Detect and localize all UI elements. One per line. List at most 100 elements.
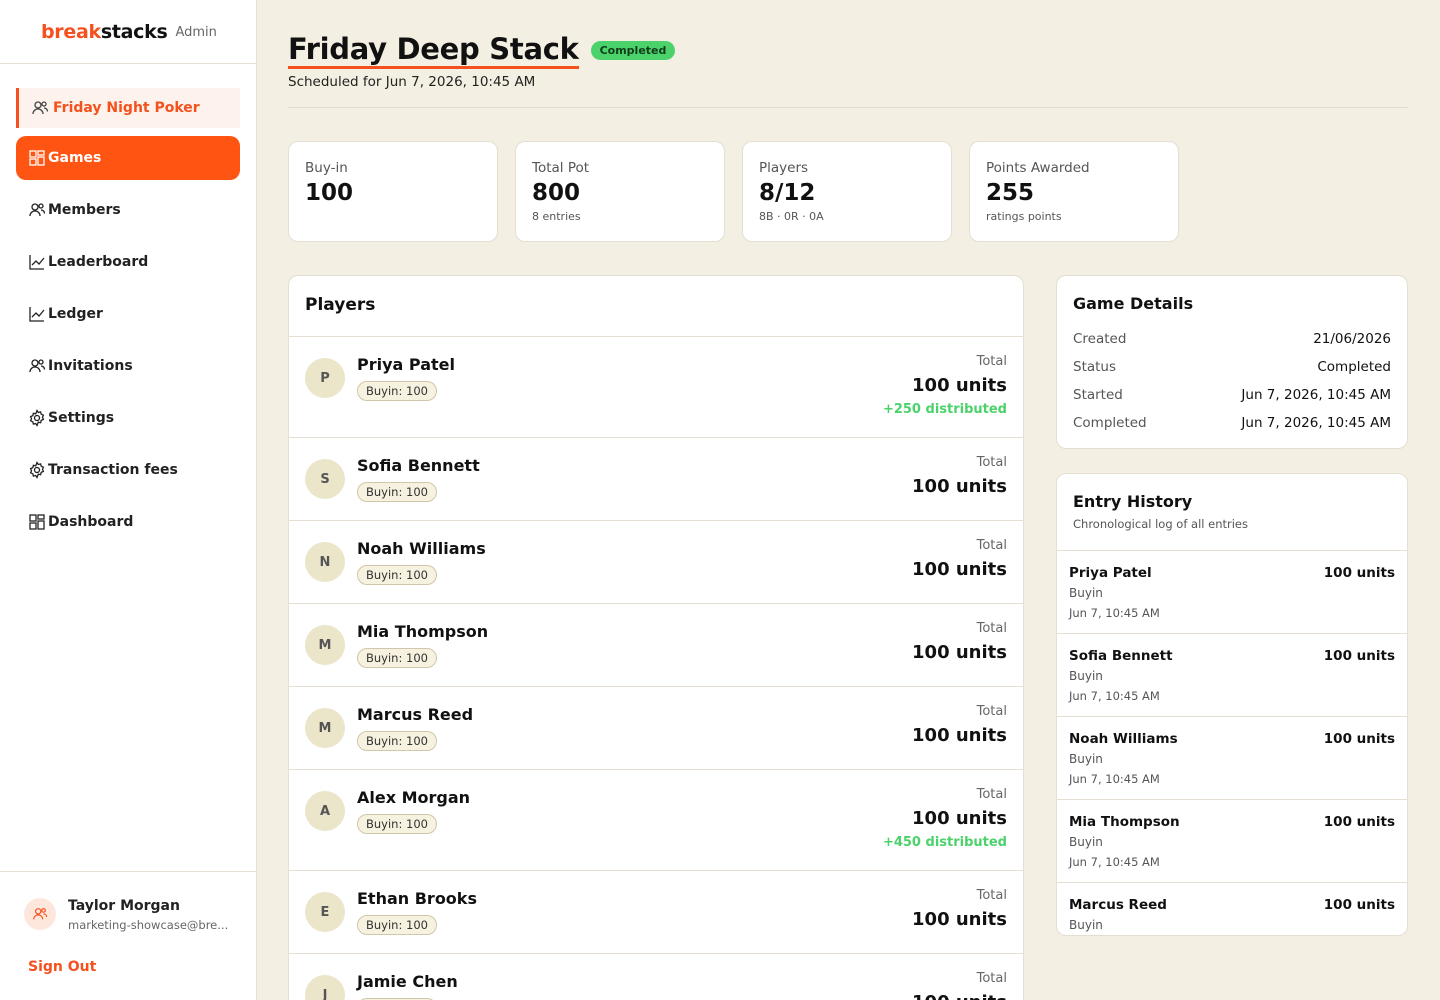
buyin-badge: Buyin: 100	[357, 482, 437, 502]
player-name: Marcus Reed	[357, 705, 474, 724]
detail-value: Completed	[1317, 359, 1391, 375]
sidebar-item-settings[interactable]: Settings	[16, 396, 240, 440]
history-entry-amount: 100 units	[1323, 731, 1395, 747]
stat-sub: ratings points	[986, 210, 1062, 223]
player-row[interactable]: M Mia Thompson Buyin: 100 Total 100 units	[289, 604, 1023, 687]
avatar	[24, 898, 56, 930]
sidebar-item-transaction-fees[interactable]: Transaction fees	[16, 448, 240, 492]
sidebar-item-dashboard[interactable]: Dashboard	[16, 500, 240, 544]
detail-key: Status	[1073, 359, 1117, 375]
history-row: Noah Williams Buyin Jun 7, 10:45 AM 100 uni…	[1057, 717, 1407, 800]
sign-out-button[interactable]: Sign Out	[28, 959, 96, 975]
sidebar-item-leaderboard[interactable]: Leaderboard	[16, 240, 240, 284]
sidebar-nav: Games Members Leaderboard Ledger Invitations…	[16, 136, 240, 552]
sidebar-item-label: Settings	[48, 410, 115, 426]
sidebar-item-label: Dashboard	[48, 514, 134, 530]
page-title: Friday Deep Stack	[288, 32, 579, 69]
player-row[interactable]: M Marcus Reed Buyin: 100 Total 100 units	[289, 687, 1023, 770]
player-row[interactable]: JJamie ChenBuyin: 100Total100 units	[289, 954, 1023, 1000]
stat-value: 255	[986, 180, 1035, 206]
user-email: marketing-showcase@bre...	[68, 918, 229, 932]
grid-icon	[28, 149, 46, 167]
player-name: Sofia Bennett	[357, 456, 480, 475]
user-profile[interactable]: Taylor Morgan marketing-showcase@bre... …	[0, 871, 257, 1000]
player-total: 100 units	[912, 375, 1007, 396]
stat-card: Players 8/12 8B · 0R · 0A	[742, 141, 952, 242]
player-row[interactable]: N Noah Williams Buyin: 100 Total 100 units	[289, 521, 1023, 604]
buyin-badge: Buyin: 100	[357, 648, 437, 668]
distributed-amount: +250 distributed	[882, 402, 1007, 417]
player-total: 100 units	[912, 559, 1007, 580]
history-player-name: Mia Thompson	[1069, 814, 1180, 830]
detail-value: Jun 7, 2026, 10:45 AM	[1241, 387, 1391, 403]
avatar: P	[305, 358, 345, 398]
avatar: N	[305, 542, 345, 582]
users-icon	[28, 357, 46, 375]
brand-name-part2: stacks	[100, 20, 168, 43]
player-row[interactable]: P Priya Patel Buyin: 100 Total 100 units +250…	[289, 337, 1023, 438]
brand-logo[interactable]: break stacks Admin	[0, 0, 256, 64]
sidebar-item-label: Transaction fees	[48, 462, 178, 478]
player-name: Jamie Chen	[357, 972, 458, 991]
sidebar-item-label: Games	[48, 150, 102, 166]
history-row: Priya Patel Buyin Jun 7, 10:45 AM 100 units	[1057, 551, 1407, 634]
history-player-name: Priya Patel	[1069, 565, 1152, 581]
page-subtitle: Scheduled for Jun 7, 2026, 10:45 AM	[288, 74, 536, 90]
sidebar-item-label: Leaderboard	[48, 254, 149, 270]
total-label: Total	[976, 787, 1007, 802]
avatar: E	[305, 892, 345, 932]
entry-history-header: Entry History Chronological log of all e…	[1057, 474, 1407, 551]
total-label: Total	[976, 455, 1007, 470]
history-row: Sofia Bennett Buyin Jun 7, 10:45 AM 100 uni…	[1057, 634, 1407, 717]
sidebar-item-invitations[interactable]: Invitations	[16, 344, 240, 388]
buyin-badge: Buyin: 100	[357, 731, 437, 751]
avatar: A	[305, 791, 345, 831]
entry-history-card: Entry History Chronological log of all e…	[1056, 473, 1408, 936]
entry-history-title: Entry History	[1073, 492, 1193, 511]
org-selector[interactable]: Friday Night Poker	[16, 88, 240, 128]
history-entry-date: Jun 7, 10:45 AM	[1069, 689, 1160, 703]
history-entry-amount: 100 units	[1323, 648, 1395, 664]
detail-key: Started	[1073, 387, 1123, 403]
player-row[interactable]: S Sofia Bennett Buyin: 100 Total 100 units	[289, 438, 1023, 521]
player-total: 100 units	[912, 992, 1007, 1000]
buyin-badge: Buyin: 100	[357, 565, 437, 585]
player-name: Ethan Brooks	[357, 889, 477, 908]
buyin-badge: Buyin: 100	[357, 381, 437, 401]
players-title: Players	[289, 276, 1023, 337]
users-icon	[31, 99, 49, 117]
detail-row: Status Completed	[1073, 353, 1391, 381]
stat-label: Players	[759, 160, 809, 176]
stat-label: Total Pot	[532, 160, 590, 176]
sidebar-item-ledger[interactable]: Ledger	[16, 292, 240, 336]
chart-icon	[28, 305, 46, 323]
game-details-card: Game Details Created 21/06/2026 Status Comp…	[1056, 275, 1408, 449]
stat-sub: 8 entries	[532, 210, 581, 223]
stat-card: Total Pot 800 8 entries	[515, 141, 725, 242]
player-row[interactable]: A Alex Morgan Buyin: 100 Total 100 units +450…	[289, 770, 1023, 871]
history-entry-type: Buyin	[1069, 752, 1103, 766]
user-icon	[33, 908, 48, 920]
buyin-badge: Buyin: 100	[357, 814, 437, 834]
avatar: J	[305, 975, 345, 1000]
player-name: Priya Patel	[357, 355, 455, 374]
sidebar-item-games[interactable]: Games	[16, 136, 240, 180]
detail-key: Completed	[1073, 415, 1147, 431]
chart-icon	[28, 253, 46, 271]
avatar: M	[305, 625, 345, 665]
avatar: M	[305, 708, 345, 748]
players-card: Players P Priya Patel Buyin: 100 Total 100 u…	[288, 275, 1024, 1000]
player-total: 100 units	[912, 725, 1007, 746]
detail-row: Created 21/06/2026	[1073, 325, 1391, 353]
player-total: 100 units	[912, 476, 1007, 497]
stat-label: Buy-in	[305, 160, 348, 176]
detail-value: Jun 7, 2026, 10:45 AM	[1241, 415, 1391, 431]
history-row: Marcus Reed Buyin 100 units	[1057, 883, 1407, 935]
sidebar-item-label: Ledger	[48, 306, 103, 322]
player-row[interactable]: E Ethan Brooks Buyin: 100 Total 100 units	[289, 871, 1023, 954]
sidebar-item-label: Invitations	[48, 358, 133, 374]
stat-card: Buy-in 100	[288, 141, 498, 242]
player-total: 100 units	[912, 808, 1007, 829]
sidebar-item-members[interactable]: Members	[16, 188, 240, 232]
history-entry-type: Buyin	[1069, 918, 1103, 932]
